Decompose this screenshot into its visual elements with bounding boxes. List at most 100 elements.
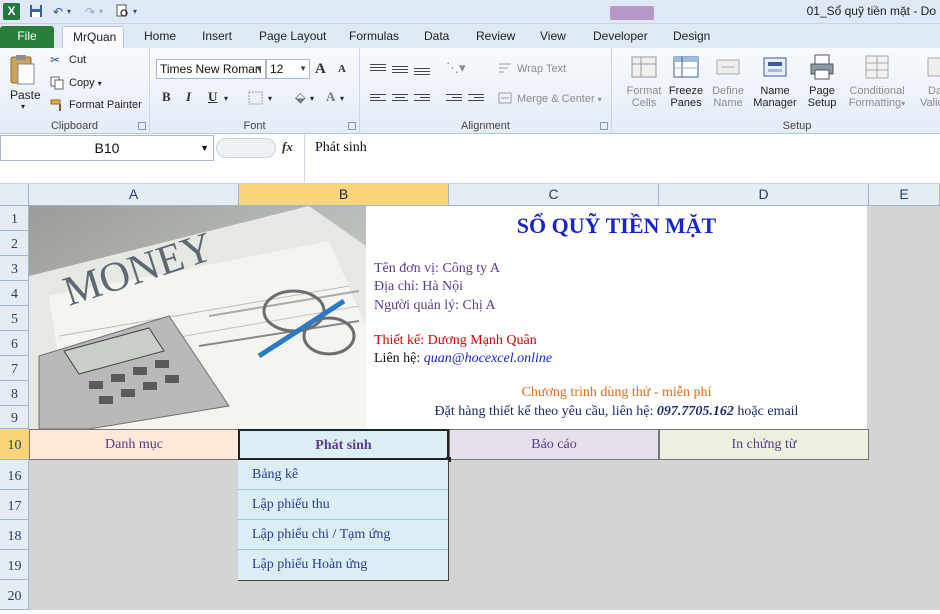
define-name-button[interactable]: Define Name bbox=[708, 52, 748, 109]
merge-center-button[interactable]: Merge & Center ▾ bbox=[498, 92, 602, 106]
tab-view[interactable]: View bbox=[530, 26, 576, 48]
wrap-text-button[interactable]: Wrap Text bbox=[498, 62, 566, 76]
grow-font-button[interactable]: A bbox=[315, 61, 326, 78]
align-right-icon[interactable] bbox=[414, 92, 430, 104]
menu-item-lap-phieu-thu[interactable]: Lập phiếu thu bbox=[238, 490, 448, 520]
window-title: 01_Sổ quỹ tiền mặt - Do bbox=[806, 4, 936, 18]
align-middle-icon[interactable] bbox=[392, 64, 408, 76]
conditional-formatting-button[interactable]: Conditional Formatting▾ bbox=[844, 52, 910, 110]
row-header-4[interactable]: 4 bbox=[0, 281, 29, 306]
tab-developer[interactable]: Developer bbox=[583, 26, 658, 48]
cut-button[interactable]: ✂ Cut bbox=[50, 53, 86, 67]
column-header-a[interactable]: A bbox=[29, 184, 239, 205]
menu-item-bang-ke[interactable]: Bảng kê bbox=[238, 460, 448, 490]
font-color-button[interactable]: A bbox=[326, 89, 335, 105]
shrink-font-button[interactable]: A bbox=[338, 63, 346, 75]
formula-bar-slider[interactable] bbox=[216, 138, 276, 158]
format-cells-button[interactable]: Format Cells bbox=[624, 52, 664, 109]
bold-button[interactable]: B bbox=[162, 89, 171, 105]
paste-button[interactable]: Paste bbox=[10, 88, 41, 102]
page-setup-button[interactable]: Page Setup bbox=[802, 52, 842, 109]
row-header-7[interactable]: 7 bbox=[0, 356, 29, 381]
contact-email[interactable]: quan@hocexcel.online bbox=[424, 351, 552, 366]
copy-button[interactable]: Copy ▾ bbox=[50, 76, 102, 90]
column-header-c[interactable]: C bbox=[449, 184, 659, 205]
align-top-icon[interactable] bbox=[370, 62, 386, 74]
row-header-18[interactable]: 18 bbox=[0, 520, 29, 550]
name-box[interactable]: B10 ▼ bbox=[0, 135, 214, 161]
align-center-icon[interactable] bbox=[392, 92, 408, 104]
select-all-corner[interactable] bbox=[0, 184, 29, 205]
row-header-10[interactable]: 10 bbox=[0, 429, 29, 460]
excel-app-icon[interactable]: X bbox=[3, 3, 20, 20]
font-color-dropdown-icon[interactable]: ▾ bbox=[340, 94, 344, 103]
row-header-3[interactable]: 3 bbox=[0, 256, 29, 281]
tab-mrquan[interactable]: MrQuan bbox=[62, 26, 124, 48]
row-header-16[interactable]: 16 bbox=[0, 460, 29, 490]
underline-button[interactable]: U bbox=[208, 89, 217, 105]
row-header-20[interactable]: 20 bbox=[0, 580, 29, 610]
format-cells-icon bbox=[631, 56, 657, 78]
print-preview-icon[interactable] bbox=[114, 4, 130, 20]
insert-function-icon[interactable]: fx bbox=[282, 139, 293, 155]
tab-design[interactable]: Design bbox=[663, 26, 720, 48]
money-picture[interactable]: MONEY bbox=[29, 206, 366, 429]
tab-insert[interactable]: Insert bbox=[192, 26, 242, 48]
font-size-select[interactable]: 12 ▼ bbox=[266, 59, 310, 79]
worksheet[interactable]: MONEY SỔ QUỸ TIỀN MẶT Tên đơn vị: Công t… bbox=[29, 206, 940, 610]
name-manager-button[interactable]: Name Manager bbox=[750, 52, 800, 109]
row-header-9[interactable]: 9 bbox=[0, 406, 29, 429]
row-header-5[interactable]: 5 bbox=[0, 306, 29, 331]
orientation-icon[interactable]: ⋱▾ bbox=[446, 60, 466, 76]
menu-item-lap-phieu-chi[interactable]: Lập phiếu chi / Tạm ứng bbox=[238, 520, 448, 550]
tab-home[interactable]: Home bbox=[134, 26, 186, 48]
align-left-icon[interactable] bbox=[370, 92, 386, 104]
tab-formulas[interactable]: Formulas bbox=[339, 26, 409, 48]
column-header-b[interactable]: B bbox=[239, 184, 449, 205]
tab-data[interactable]: Data bbox=[414, 26, 459, 48]
column-header-e[interactable]: E bbox=[869, 184, 940, 205]
alignment-launcher-icon[interactable] bbox=[600, 122, 608, 130]
undo-dropdown-icon[interactable]: ▾ bbox=[64, 4, 74, 20]
row-header-2[interactable]: 2 bbox=[0, 231, 29, 256]
freeze-panes-button[interactable]: Freeze Panes bbox=[666, 52, 706, 109]
tab-review[interactable]: Review bbox=[466, 26, 525, 48]
format-painter-button[interactable]: Format Painter bbox=[50, 98, 142, 112]
borders-dropdown-icon[interactable]: ▾ bbox=[268, 94, 272, 103]
data-validation-button[interactable]: Da Valid bbox=[914, 52, 940, 109]
borders-button[interactable] bbox=[248, 91, 264, 108]
format-painter-label: Format Painter bbox=[69, 98, 142, 111]
row-header-6[interactable]: 6 bbox=[0, 331, 29, 356]
menu-item-lap-phieu-hoan-ung[interactable]: Lập phiếu Hoàn ứng bbox=[238, 550, 448, 580]
font-launcher-icon[interactable] bbox=[348, 122, 356, 130]
tab-page-layout[interactable]: Page Layout bbox=[249, 26, 336, 48]
nav-bao-cao[interactable]: Báo cáo bbox=[449, 429, 659, 460]
nav-phat-sinh[interactable]: Phát sinh bbox=[238, 429, 449, 460]
align-bottom-icon[interactable] bbox=[414, 66, 430, 78]
fill-color-icon[interactable]: ⬙ bbox=[295, 89, 306, 106]
save-icon[interactable] bbox=[28, 4, 44, 20]
conditional-formatting-icon bbox=[865, 55, 889, 79]
italic-button[interactable]: I bbox=[186, 89, 191, 105]
font-name-select[interactable]: Times New Roman ▼ bbox=[156, 59, 266, 79]
wrap-text-icon bbox=[498, 62, 514, 76]
redo-dropdown-icon[interactable]: ▾ bbox=[96, 4, 106, 20]
tab-file[interactable]: File bbox=[0, 26, 54, 48]
formula-input[interactable]: Phát sinh bbox=[304, 134, 940, 182]
row-header-17[interactable]: 17 bbox=[0, 490, 29, 520]
paste-icon[interactable] bbox=[8, 54, 38, 85]
increase-indent-icon[interactable] bbox=[468, 92, 484, 104]
nav-danh-muc[interactable]: Danh mục bbox=[29, 429, 239, 460]
row-header-19[interactable]: 19 bbox=[0, 550, 29, 580]
underline-dropdown-icon[interactable]: ▾ bbox=[224, 94, 228, 103]
customize-toolbar-icon[interactable]: ▾ bbox=[130, 4, 140, 20]
row-header-1[interactable]: 1 bbox=[0, 206, 29, 231]
name-box-dropdown-icon[interactable]: ▼ bbox=[200, 136, 209, 160]
row-header-8[interactable]: 8 bbox=[0, 381, 29, 406]
column-header-d[interactable]: D bbox=[659, 184, 869, 205]
clipboard-launcher-icon[interactable] bbox=[138, 122, 146, 130]
nav-in-chung-tu[interactable]: In chứng từ bbox=[659, 429, 869, 460]
decrease-indent-icon[interactable] bbox=[446, 92, 462, 104]
paste-dropdown-icon[interactable]: ▾ bbox=[21, 102, 25, 111]
fill-color-dropdown-icon[interactable]: ▾ bbox=[310, 94, 314, 103]
